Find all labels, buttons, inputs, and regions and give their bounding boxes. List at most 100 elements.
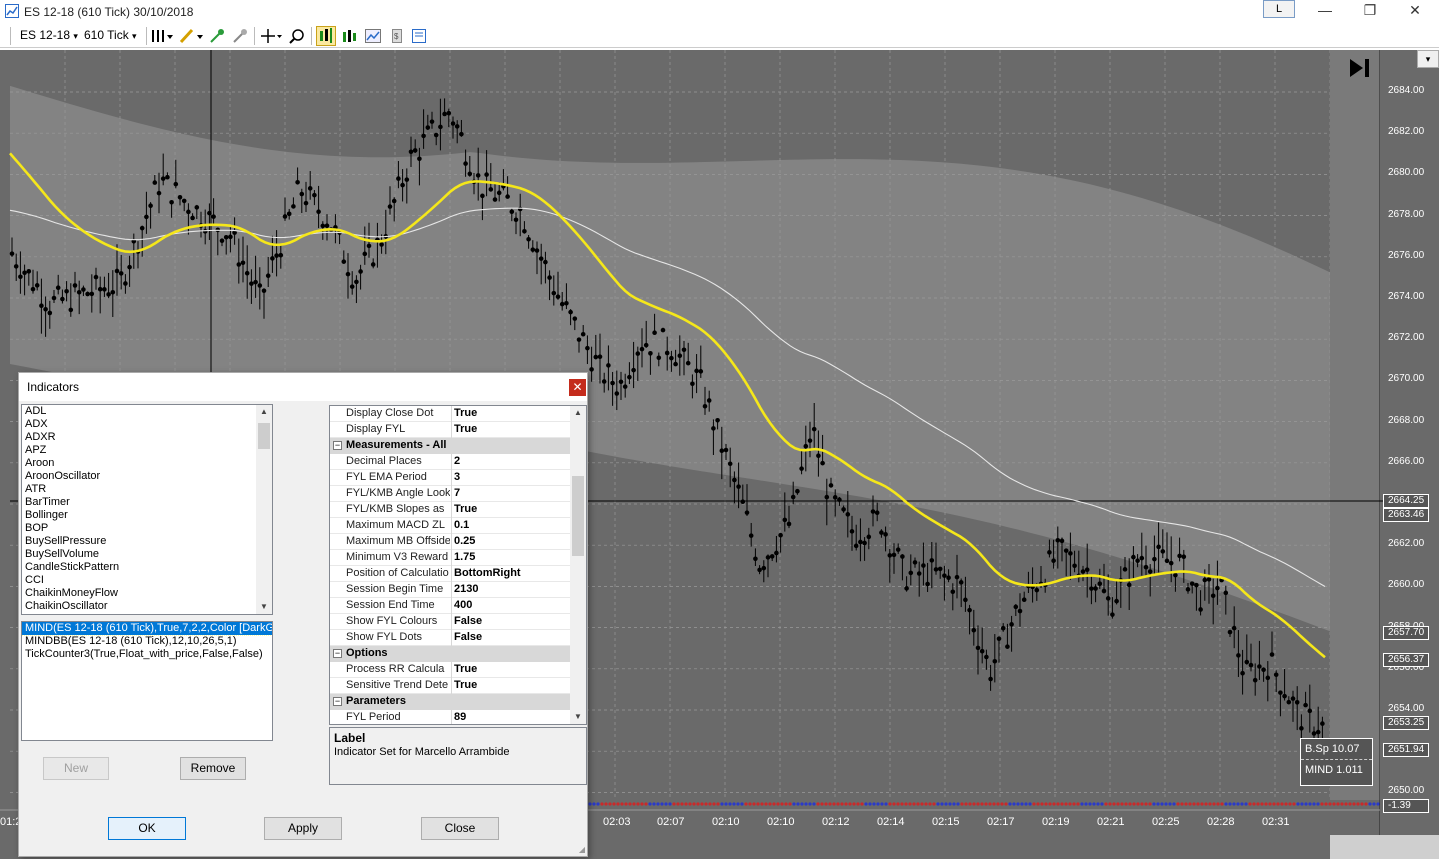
property-value[interactable]: 2 — [454, 455, 568, 467]
property-category[interactable]: − Parameters — [330, 694, 570, 710]
property-value[interactable]: BottomRight — [454, 567, 568, 579]
applied-indicator-item[interactable]: MIND(ES 12-18 (610 Tick),True,7,2,2,Colo… — [22, 622, 272, 636]
close-button[interactable]: Close — [421, 817, 499, 840]
scroll-thumb[interactable] — [572, 476, 584, 556]
property-row[interactable]: Display Close Dot True — [330, 406, 570, 422]
property-row[interactable]: Minimum V3 Reward 1.75 — [330, 550, 570, 566]
scroll-down-icon[interactable]: ▼ — [256, 600, 272, 614]
property-value[interactable]: True — [454, 503, 568, 515]
property-row[interactable]: FYL EMA Period 3 — [330, 470, 570, 486]
scroll-to-end-icon[interactable] — [1347, 56, 1373, 80]
templates-icon[interactable] — [410, 27, 428, 45]
property-grid[interactable]: Display Close Dot True Display FYL True − Mea… — [329, 405, 587, 725]
crosshair-icon[interactable] — [259, 27, 283, 45]
list-item[interactable]: ChaikinOscillator — [22, 600, 272, 613]
scroll-up-icon[interactable]: ▲ — [256, 405, 272, 419]
property-value[interactable]: 400 — [454, 599, 568, 611]
close-window-button[interactable]: ✕ — [1400, 2, 1430, 20]
property-row[interactable]: Maximum MB Offside 0.25 — [330, 534, 570, 550]
property-value[interactable]: True — [454, 679, 568, 691]
list-item[interactable]: Aroon — [22, 457, 272, 470]
indicators-icon[interactable] — [316, 26, 336, 46]
applied-indicator-item[interactable]: TickCounter3(True,Float_with_price,False… — [22, 648, 272, 661]
property-row[interactable]: Show FYL Colours False — [330, 614, 570, 630]
property-row[interactable]: Display FYL True — [330, 422, 570, 438]
drawing-pencil-icon[interactable] — [178, 27, 204, 45]
property-row[interactable]: Maximum MACD ZL 0.1 — [330, 518, 570, 534]
collapse-icon[interactable]: − — [333, 697, 342, 706]
list-item[interactable]: Bollinger — [22, 509, 272, 522]
list-item[interactable]: CandleStickPattern — [22, 561, 272, 574]
property-row[interactable]: FYL/KMB Slopes as True — [330, 502, 570, 518]
property-value[interactable]: 1.75 — [454, 551, 568, 563]
property-row[interactable]: Session Begin Time 2130 — [330, 582, 570, 598]
apply-button[interactable]: Apply — [264, 817, 342, 840]
available-indicators-list[interactable]: ADL ADX ADXR APZ Aroon AroonOscillator ATR BarT… — [21, 404, 273, 615]
resize-grip-icon[interactable]: ◢ — [579, 845, 585, 854]
applied-indicators-list[interactable]: MIND(ES 12-18 (610 Tick),True,7,2,2,Colo… — [21, 621, 273, 741]
list-item[interactable]: BOP — [22, 522, 272, 535]
property-value[interactable]: 7 — [454, 487, 568, 499]
dialog-close-button[interactable]: ✕ — [569, 379, 586, 396]
list-item[interactable]: APZ — [22, 444, 272, 457]
list-item[interactable]: AroonOscillator — [22, 470, 272, 483]
column-divider — [451, 614, 452, 630]
property-value[interactable]: 2130 — [454, 583, 568, 595]
property-scrollbar[interactable]: ▲ ▼ — [570, 406, 586, 724]
property-value[interactable]: True — [454, 663, 568, 675]
scroll-down-icon[interactable]: ▼ — [570, 710, 586, 724]
new-button[interactable]: New — [43, 757, 109, 780]
property-row[interactable]: Process RR Calcula True — [330, 662, 570, 678]
interval-selector[interactable]: 610 Tick ▾ — [84, 28, 137, 42]
property-value[interactable]: True — [454, 407, 568, 419]
price-tick-label: 2672.00 — [1388, 332, 1425, 344]
property-row[interactable]: Sensitive Trend Dete True — [330, 678, 570, 694]
property-value[interactable]: 0.25 — [454, 535, 568, 547]
property-value[interactable]: False — [454, 615, 568, 627]
list-item[interactable]: BuySellVolume — [22, 548, 272, 561]
layout-button[interactable]: L — [1263, 0, 1295, 18]
ok-button[interactable]: OK — [108, 817, 186, 840]
property-row[interactable]: Session End Time 400 — [330, 598, 570, 614]
list-item[interactable]: BuySellPressure — [22, 535, 272, 548]
chart-dropdown-button[interactable]: ▾ — [1417, 50, 1439, 68]
list-item[interactable]: ADL — [22, 405, 272, 418]
tick-dot — [1296, 802, 1300, 806]
scroll-up-icon[interactable]: ▲ — [570, 406, 586, 420]
property-row[interactable]: Decimal Places 2 — [330, 454, 570, 470]
chart-properties-icon[interactable] — [364, 27, 382, 45]
property-category[interactable]: − Options — [330, 646, 570, 662]
instrument-selector[interactable]: ES 12-18 ▾ — [20, 28, 78, 42]
remove-button[interactable]: Remove — [180, 757, 246, 780]
collapse-icon[interactable]: − — [333, 441, 342, 450]
strategies-icon[interactable] — [341, 27, 359, 45]
property-category[interactable]: − Measurements - All — [330, 438, 570, 454]
list-item[interactable]: ADXR — [22, 431, 272, 444]
price-tick-label: 2668.00 — [1388, 414, 1425, 426]
list-item[interactable]: BarTimer — [22, 496, 272, 509]
list-item[interactable]: CCI — [22, 574, 272, 587]
property-value[interactable]: 0.1 — [454, 519, 568, 531]
property-row[interactable]: FYL Period 89 — [330, 710, 570, 724]
property-value[interactable]: 3 — [454, 471, 568, 483]
property-value[interactable]: True — [454, 423, 568, 435]
bar-style-icon[interactable] — [150, 27, 174, 45]
list-item[interactable]: ADX — [22, 418, 272, 431]
eraser-icon[interactable] — [231, 27, 249, 45]
data-box-icon[interactable]: $ — [388, 27, 406, 45]
scroll-thumb[interactable] — [258, 423, 270, 449]
add-marker-icon[interactable] — [208, 27, 226, 45]
property-row[interactable]: FYL/KMB Angle Look 7 — [330, 486, 570, 502]
property-value[interactable]: 89 — [454, 711, 568, 723]
list-item[interactable]: ATR — [22, 483, 272, 496]
property-row[interactable]: Position of Calculatio BottomRight — [330, 566, 570, 582]
applied-indicator-item[interactable]: MINDBB(ES 12-18 (610 Tick),12,10,26,5,1) — [22, 635, 272, 648]
property-row[interactable]: Show FYL Dots False — [330, 630, 570, 646]
minimize-button[interactable]: — — [1310, 2, 1340, 20]
property-value[interactable]: False — [454, 631, 568, 643]
zoom-icon[interactable] — [288, 27, 306, 45]
list-scrollbar[interactable]: ▲ ▼ — [256, 405, 272, 614]
restore-button[interactable]: ❐ — [1355, 2, 1385, 20]
list-item[interactable]: ChaikinMoneyFlow — [22, 587, 272, 600]
collapse-icon[interactable]: − — [333, 649, 342, 658]
